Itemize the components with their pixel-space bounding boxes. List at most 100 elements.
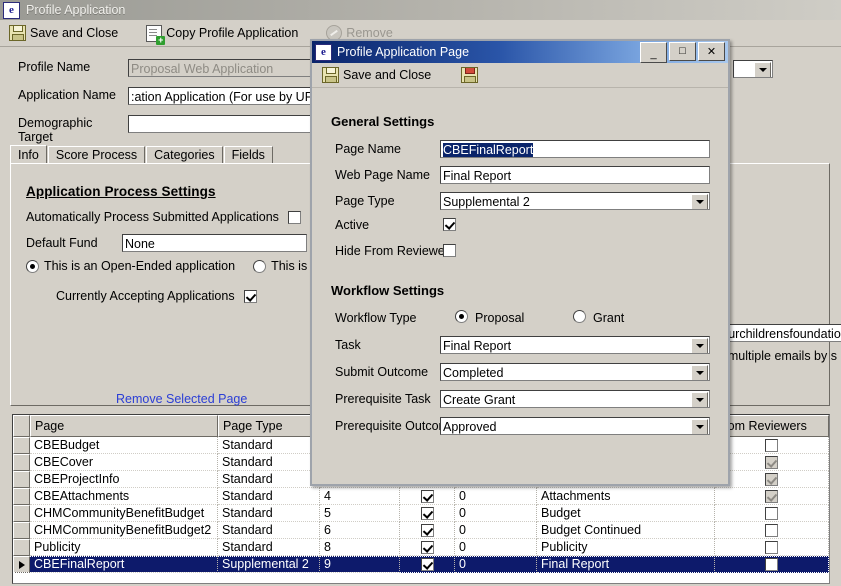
copy-profile-application-button[interactable]: Copy Profile Application [139, 22, 305, 45]
cell-order[interactable]: 9 [320, 556, 400, 573]
cell-web-page-name[interactable]: Budget Continued [537, 522, 715, 539]
cell-order[interactable]: 6 [320, 522, 400, 539]
active-checkbox[interactable] [443, 218, 456, 231]
page-name-input[interactable]: CBEFinalReport [440, 140, 710, 158]
demographic-target-input[interactable] [128, 115, 313, 133]
cell-page[interactable]: CBEAttachments [30, 488, 218, 505]
cell-page-type[interactable]: Standard [218, 522, 320, 539]
cell-checkbox[interactable] [765, 523, 778, 537]
cell-checkbox[interactable] [420, 506, 434, 520]
table-row[interactable]: CBEAttachments Standard 4 0 Attachments [13, 488, 829, 505]
dialog-save-button[interactable] [454, 64, 485, 86]
cell-page-type[interactable]: Standard [218, 488, 320, 505]
web-page-name-input[interactable]: Final Report [440, 166, 710, 184]
cell-active[interactable] [400, 488, 455, 505]
cell-num[interactable]: 0 [455, 522, 537, 539]
cell-checkbox[interactable] [765, 489, 778, 503]
cell-num[interactable]: 0 [455, 488, 537, 505]
table-row[interactable]: CHMCommunityBenefitBudget Standard 5 0 Budge… [13, 505, 829, 522]
hide-from-reviewers-checkbox[interactable] [443, 244, 456, 257]
cell-hide-from-reviewers[interactable] [715, 454, 829, 471]
workflow-type-proposal-radio[interactable] [455, 310, 468, 323]
row-selector[interactable] [13, 488, 30, 505]
column-header-page[interactable]: Page [30, 415, 218, 437]
cell-page-type[interactable]: Standard [218, 539, 320, 556]
cell-order[interactable]: 5 [320, 505, 400, 522]
row-selector[interactable] [13, 454, 30, 471]
task-combo[interactable]: Final Report [440, 336, 710, 354]
cell-hide-from-reviewers[interactable] [715, 556, 829, 573]
cell-order[interactable]: 8 [320, 539, 400, 556]
close-button[interactable]: ✕ [698, 41, 725, 61]
default-fund-input[interactable]: None [122, 234, 307, 252]
prerequisite-task-combo[interactable]: Create Grant [440, 390, 710, 408]
column-header-page-type[interactable]: Page Type [218, 415, 320, 437]
cell-page-type[interactable]: Standard [218, 454, 320, 471]
cell-checkbox[interactable] [420, 557, 434, 571]
row-selector[interactable] [13, 539, 30, 556]
row-selector[interactable] [13, 522, 30, 539]
cell-hide-from-reviewers[interactable] [715, 488, 829, 505]
save-and-close-button[interactable]: Save and Close [2, 22, 125, 44]
tab-info[interactable]: Info [10, 145, 47, 165]
cell-checkbox[interactable] [765, 506, 778, 520]
cell-web-page-name[interactable]: Budget [537, 505, 715, 522]
cell-checkbox[interactable] [765, 472, 778, 486]
application-name-input[interactable]: :ation Application (For use by UPeds, ( [128, 87, 313, 105]
cell-page[interactable]: Publicity [30, 539, 218, 556]
row-selector[interactable] [13, 471, 30, 488]
open-ended-radio[interactable] [26, 259, 39, 273]
column-header-hide-from-reviewers[interactable]: from Reviewers [715, 415, 829, 437]
cell-page[interactable]: CHMCommunityBenefitBudget [30, 505, 218, 522]
cell-hide-from-reviewers[interactable] [715, 471, 829, 488]
dialog-save-and-close-button[interactable]: Save and Close [315, 64, 438, 86]
cell-checkbox[interactable] [765, 455, 778, 469]
cell-page-type[interactable]: Supplemental 2 [218, 556, 320, 573]
cell-web-page-name[interactable]: Publicity [537, 539, 715, 556]
cell-num[interactable]: 0 [455, 539, 537, 556]
cell-page[interactable]: CBEBudget [30, 437, 218, 454]
chevron-down-icon[interactable] [691, 338, 708, 353]
maximize-button[interactable]: □ [669, 41, 696, 61]
tab-fields[interactable]: Fields [223, 146, 273, 164]
cell-page[interactable]: CHMCommunityBenefitBudget2 [30, 522, 218, 539]
tab-categories[interactable]: Categories [146, 146, 223, 164]
cell-active[interactable] [400, 556, 455, 573]
table-row[interactable]: CHMCommunityBenefitBudget2 Standard 6 0 Budg… [13, 522, 829, 539]
top-right-combo[interactable] [733, 60, 773, 78]
row-selector[interactable] [13, 505, 30, 522]
cell-active[interactable] [400, 539, 455, 556]
cell-checkbox[interactable] [765, 557, 778, 571]
cell-num[interactable]: 0 [455, 556, 537, 573]
submit-outcome-combo[interactable]: Completed [440, 363, 710, 381]
tab-score-process[interactable]: Score Process [47, 146, 146, 164]
chevron-down-icon[interactable] [691, 365, 708, 380]
cell-hide-from-reviewers[interactable] [715, 505, 829, 522]
cell-checkbox[interactable] [420, 489, 434, 503]
cell-hide-from-reviewers[interactable] [715, 539, 829, 556]
cell-active[interactable] [400, 522, 455, 539]
dialog-titlebar[interactable]: e Profile Application Page _ □ ✕ [312, 41, 728, 63]
prerequisite-outcome-combo[interactable]: Approved [440, 417, 710, 435]
minimize-button[interactable]: _ [640, 41, 667, 63]
cell-num[interactable]: 0 [455, 505, 537, 522]
page-type-combo[interactable]: Supplemental 2 [440, 192, 710, 210]
cell-page[interactable]: CBECover [30, 454, 218, 471]
chevron-down-icon[interactable] [691, 392, 708, 407]
cell-checkbox[interactable] [765, 540, 778, 554]
chevron-down-icon[interactable] [754, 62, 771, 77]
cell-order[interactable]: 4 [320, 488, 400, 505]
remove-selected-page-link[interactable]: Remove Selected Page [116, 392, 247, 406]
auto-process-checkbox[interactable] [287, 210, 301, 224]
workflow-type-grant-radio[interactable] [573, 310, 586, 323]
row-selector[interactable] [13, 556, 30, 573]
cell-page-type[interactable]: Standard [218, 437, 320, 454]
chevron-down-icon[interactable] [691, 419, 708, 434]
cell-page-type[interactable]: Standard [218, 505, 320, 522]
row-selector[interactable] [13, 437, 30, 454]
cell-checkbox[interactable] [765, 438, 778, 452]
cell-hide-from-reviewers[interactable] [715, 522, 829, 539]
cell-hide-from-reviewers[interactable] [715, 437, 829, 454]
email-url-input[interactable]: yourchildrensfoundation [712, 324, 841, 342]
chevron-down-icon[interactable] [691, 194, 708, 209]
